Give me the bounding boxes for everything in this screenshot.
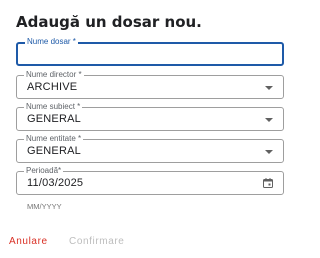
subject-name-select[interactable]: Nume subiect * GENERAL	[16, 101, 284, 131]
confirm-button[interactable]: Confirmare	[69, 236, 124, 247]
director-name-value: ARCHIVE	[27, 81, 78, 93]
subject-name-label: Nume subiect *	[24, 101, 83, 112]
director-name-label: Nume director *	[24, 69, 84, 80]
calendar-icon[interactable]	[262, 177, 274, 189]
period-value: 11/03/2025	[27, 177, 84, 189]
entity-name-value: GENERAL	[27, 145, 81, 157]
entity-name-select[interactable]: Nume entitate * GENERAL	[16, 133, 284, 163]
add-folder-dialog: Adaugă un dosar nou. Nume dosar * Nume d…	[0, 0, 300, 258]
folder-name-label: Nume dosar *	[25, 36, 78, 47]
chevron-down-icon[interactable]	[265, 150, 273, 154]
entity-name-label: Nume entitate *	[24, 133, 84, 144]
director-name-select[interactable]: Nume director * ARCHIVE	[16, 69, 284, 99]
period-field[interactable]: Perioadă* 11/03/2025	[16, 165, 284, 195]
cancel-button[interactable]: Anulare	[9, 236, 48, 247]
chevron-down-icon[interactable]	[265, 118, 273, 122]
dialog-actions: Anulare Confirmare	[0, 232, 300, 252]
period-label: Perioadă*	[24, 165, 64, 176]
period-helper-text: MM/YYYY	[27, 202, 62, 211]
subject-name-value: GENERAL	[27, 113, 81, 125]
chevron-down-icon[interactable]	[265, 86, 273, 90]
folder-name-field[interactable]: Nume dosar *	[16, 36, 284, 66]
dialog-title: Adaugă un dosar nou.	[16, 13, 202, 31]
